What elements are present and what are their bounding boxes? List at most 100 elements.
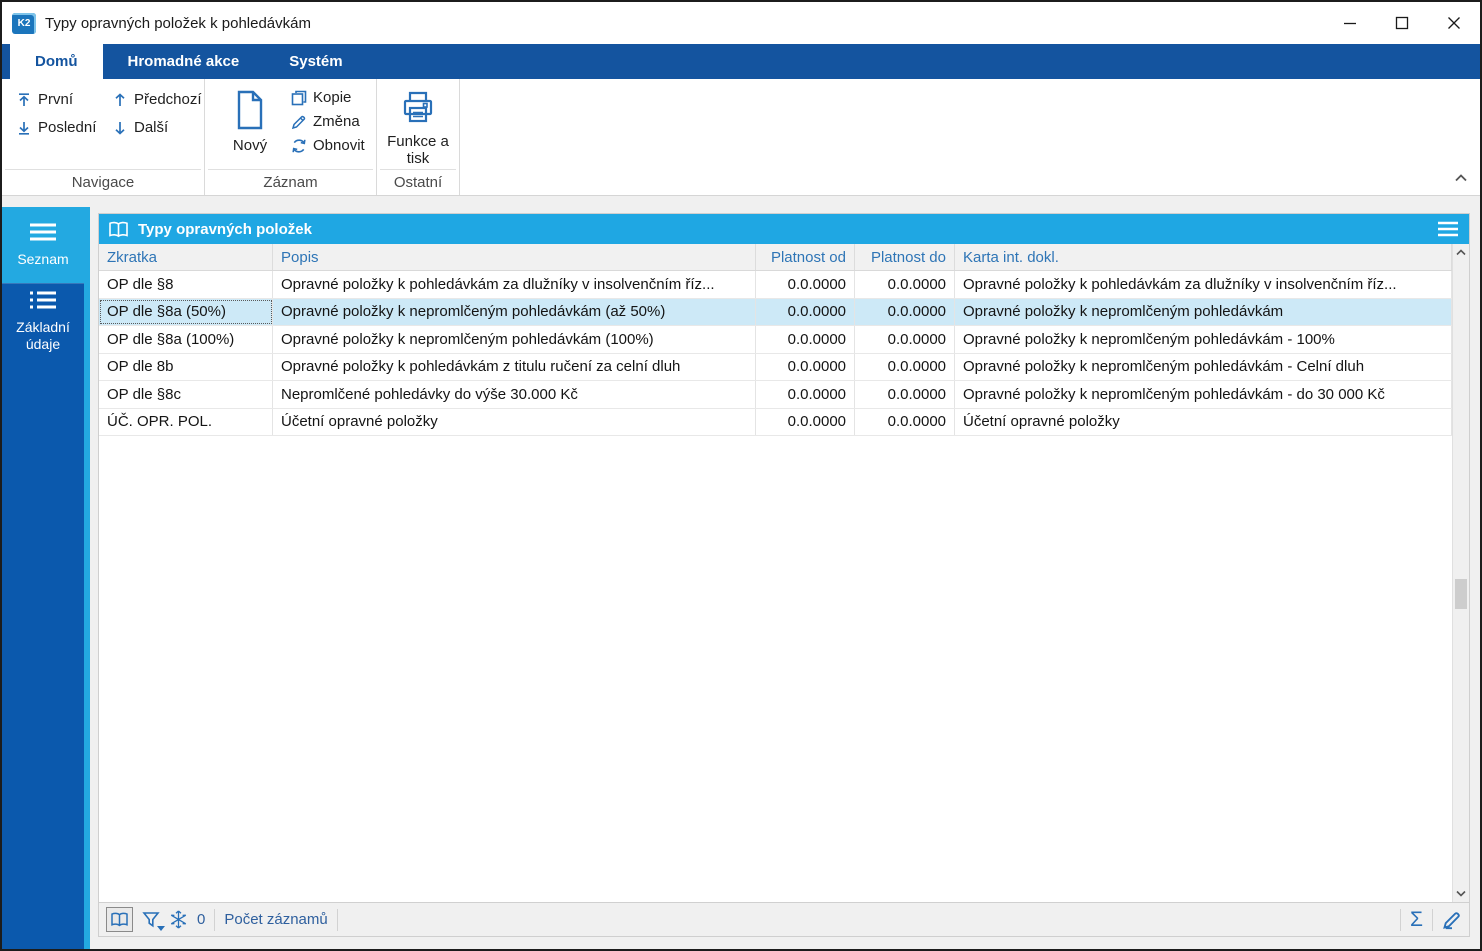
table-row[interactable]: OP dle §8c Nepromlčené pohledávky do výš… (99, 381, 1452, 409)
column-header-karta[interactable]: Karta int. dokl. (955, 244, 1452, 270)
cell-popis: Opravné položky k nepromlčeným pohledávk… (273, 326, 756, 353)
new-label: Nový (233, 137, 267, 154)
separator (1432, 909, 1433, 931)
edit-pencil-icon[interactable] (1442, 910, 1462, 930)
separator (1400, 909, 1401, 931)
scroll-down-button[interactable] (1453, 885, 1469, 902)
tab-hromadne-akce[interactable]: Hromadné akce (103, 44, 265, 79)
table-header-row: Zkratka Popis Platnost od Platnost do Ka… (99, 244, 1452, 271)
table-row[interactable]: OP dle §8 Opravné položky k pohledávkám … (99, 271, 1452, 299)
scrollbar-thumb[interactable] (1455, 579, 1467, 609)
cell-popis: Účetní opravné položky (273, 409, 756, 436)
cell-karta: Opravné položky k nepromlčeným pohledávk… (955, 381, 1452, 408)
status-bar: 0 Počet záznamů Σ (99, 902, 1469, 936)
open-book-icon (110, 912, 129, 927)
column-header-platnost-od[interactable]: Platnost od (756, 244, 855, 270)
collapse-ribbon-button[interactable] (1452, 171, 1470, 190)
first-button[interactable]: První (16, 91, 112, 108)
new-button[interactable]: Nový (217, 87, 283, 169)
refresh-button[interactable]: Obnovit (291, 137, 365, 154)
cell-platnost-do: 0.0.0000 (855, 409, 955, 436)
table-row[interactable]: ÚČ. OPR. POL. Účetní opravné položky 0.0… (99, 409, 1452, 437)
cell-platnost-od: 0.0.0000 (756, 409, 855, 436)
last-label: Poslední (38, 119, 96, 136)
maximize-button[interactable] (1376, 2, 1428, 44)
column-header-zkratka[interactable]: Zkratka (99, 244, 273, 270)
column-header-popis[interactable]: Popis (273, 244, 756, 270)
panel-title: Typy opravných položek (138, 221, 312, 238)
arrow-down-icon (112, 120, 128, 136)
table-row[interactable]: OP dle §8a (100%) Opravné položky k nepr… (99, 326, 1452, 354)
arrow-up-icon (112, 92, 128, 108)
last-button[interactable]: Poslední (16, 119, 112, 136)
table-empty-area (99, 436, 1452, 902)
group-label-navigace: Navigace (5, 169, 201, 195)
cell-popis: Opravné položky k nepromlčeným pohledávk… (273, 299, 756, 326)
cell-karta: Opravné položky k nepromlčeným pohledávk… (955, 354, 1452, 381)
cell-platnost-od: 0.0.0000 (756, 271, 855, 298)
separator (214, 909, 215, 931)
snowflake-filter-icon[interactable] (169, 910, 188, 929)
change-button[interactable]: Změna (291, 113, 365, 130)
separator (337, 909, 338, 931)
sidebar-item-label: Základní údaje (6, 319, 80, 354)
cell-karta: Opravné položky k nepromlčeným pohledávk… (955, 299, 1452, 326)
arrow-up-to-line-icon (16, 92, 32, 108)
copy-label: Kopie (313, 89, 351, 106)
record-count-label[interactable]: Počet záznamů (224, 911, 327, 928)
app-logo-icon: K2 (12, 13, 36, 34)
cell-popis: Nepromlčené pohledávky do výše 30.000 Kč (273, 381, 756, 408)
detail-list-icon (29, 290, 57, 310)
window-title: Typy opravných položek k pohledávkám (45, 15, 311, 32)
open-book-icon (108, 221, 129, 238)
panel-menu-button[interactable] (1436, 220, 1460, 238)
cell-popis: Opravné položky k pohledávkám za dlužník… (273, 271, 756, 298)
refresh-icon (291, 138, 307, 154)
cell-platnost-od: 0.0.0000 (756, 354, 855, 381)
cell-platnost-do: 0.0.0000 (855, 354, 955, 381)
table-row[interactable]: OP dle 8b Opravné položky k pohledávkám … (99, 354, 1452, 382)
close-button[interactable] (1428, 2, 1480, 44)
sidebar-item-label: Seznam (17, 251, 68, 269)
cell-zkratka: OP dle 8b (99, 354, 273, 381)
sidebar: Seznam Základní údaje (2, 207, 90, 949)
table: Zkratka Popis Platnost od Platnost do Ka… (99, 244, 1452, 902)
minimize-button[interactable] (1324, 2, 1376, 44)
vertical-scrollbar[interactable] (1452, 244, 1469, 902)
cell-popis: Opravné položky k pohledávkám z titulu r… (273, 354, 756, 381)
previous-button[interactable]: Předchozí (112, 91, 204, 108)
content-area: Typy opravných položek Zkratka Popis Pla… (90, 196, 1480, 949)
previous-label: Předchozí (134, 91, 202, 108)
filter-button[interactable] (142, 911, 160, 928)
cell-platnost-do: 0.0.0000 (855, 326, 955, 353)
app-window: K2 Typy opravných položek k pohledávkám … (0, 0, 1482, 951)
cell-zkratka: OP dle §8a (50%) (99, 299, 273, 326)
cell-platnost-do: 0.0.0000 (855, 299, 955, 326)
copy-icon (291, 90, 307, 106)
functions-print-button[interactable]: Funkce a tisk (380, 87, 456, 169)
tab-system[interactable]: Systém (264, 44, 367, 79)
pencil-icon (291, 114, 307, 130)
group-label-ostatni: Ostatní (380, 169, 456, 195)
cell-platnost-od: 0.0.0000 (756, 326, 855, 353)
sidebar-item-zakladni-udaje[interactable]: Základní údaje (2, 283, 84, 359)
copy-button[interactable]: Kopie (291, 89, 365, 106)
new-document-icon (231, 89, 269, 131)
tab-domu[interactable]: Domů (10, 44, 103, 79)
first-label: První (38, 91, 73, 108)
sidebar-item-seznam[interactable]: Seznam (2, 207, 84, 283)
caption-buttons (1324, 2, 1480, 44)
sum-button[interactable]: Σ (1410, 909, 1423, 930)
book-view-toggle[interactable] (106, 907, 133, 932)
scroll-up-button[interactable] (1453, 244, 1469, 261)
next-button[interactable]: Další (112, 119, 204, 136)
column-header-platnost-do[interactable]: Platnost do (855, 244, 955, 270)
cell-zkratka: OP dle §8a (100%) (99, 326, 273, 353)
cell-karta: Účetní opravné položky (955, 409, 1452, 436)
functions-print-label: Funkce a tisk (380, 133, 456, 167)
ribbon-tab-bar: Domů Hromadné akce Systém (2, 44, 1480, 79)
table-row-selected[interactable]: OP dle §8a (50%) Opravné položky k nepro… (99, 299, 1452, 327)
title-bar: K2 Typy opravných položek k pohledávkám (2, 2, 1480, 44)
printer-icon (399, 89, 437, 127)
panel-header: Typy opravných položek (99, 214, 1469, 244)
